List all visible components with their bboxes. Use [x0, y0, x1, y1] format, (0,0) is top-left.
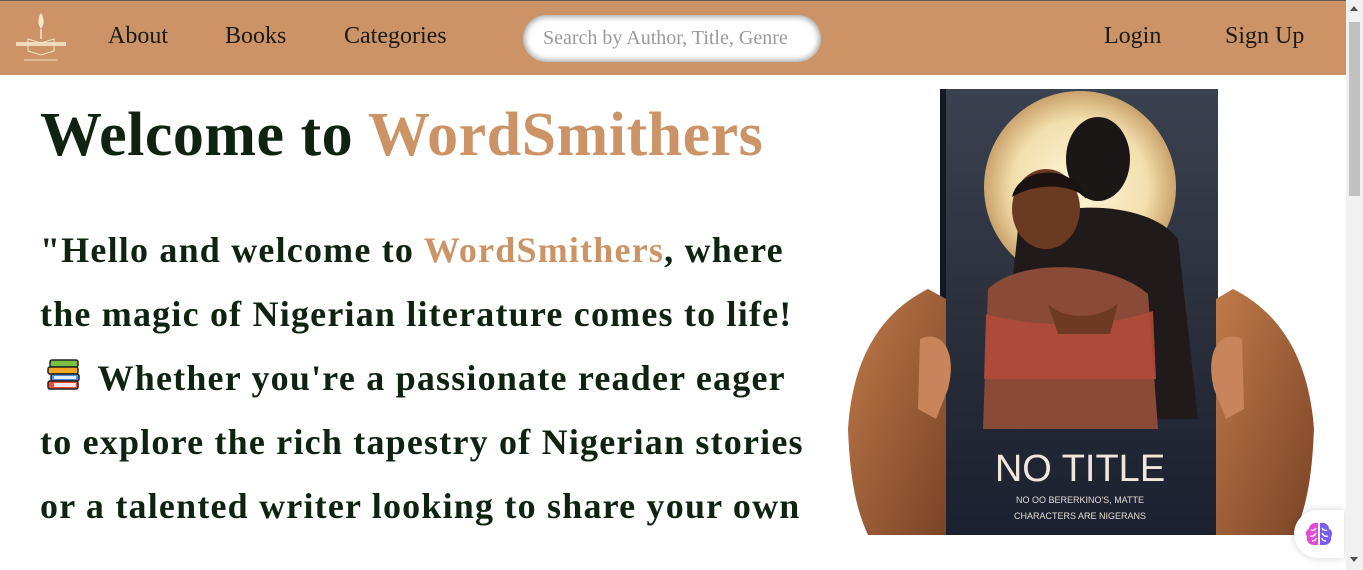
hero-book-image: NO TITLE NO OO BERERKINO'S, MATTE CHARAC… [848, 89, 1314, 535]
login-link[interactable]: Login [1104, 23, 1161, 50]
nav-link-about[interactable]: About [108, 23, 168, 50]
nav-link-categories[interactable]: Categories [344, 23, 447, 50]
scroll-thumb[interactable] [1349, 22, 1360, 196]
book-cover-subtitle-1: NO OO BERERKINO'S, MATTE [1016, 495, 1144, 505]
page-title: Welcome to WordSmithers [40, 100, 763, 171]
scroll-down-arrow-icon[interactable] [1350, 557, 1358, 562]
nav-link-books[interactable]: Books [225, 23, 286, 50]
book-cover-title: NO TITLE [995, 448, 1165, 490]
scroll-up-arrow-icon[interactable] [1350, 6, 1358, 11]
title-brand: WordSmithers [368, 101, 764, 169]
book-cover-subtitle-2: CHARACTERS ARE NIGERANS [1014, 511, 1146, 521]
books-emoji-icon [44, 352, 84, 392]
intro-part3: Whether you're a passionate reader eager… [40, 358, 804, 526]
search-input[interactable] [523, 15, 821, 62]
page-scrollbar[interactable] [1346, 0, 1363, 570]
intro-brand: WordSmithers [423, 230, 665, 270]
brain-assistant-icon [1305, 522, 1333, 545]
site-logo[interactable] [14, 9, 68, 67]
intro-paragraph: "Hello and welcome to WordSmithers, wher… [40, 218, 820, 538]
top-navbar: About Books Categories Login Sign Up [0, 0, 1346, 75]
signup-link[interactable]: Sign Up [1225, 23, 1304, 50]
intro-part1: "Hello and welcome to [40, 230, 424, 270]
title-prefix: Welcome to [40, 101, 369, 169]
assistant-button[interactable] [1294, 510, 1344, 558]
